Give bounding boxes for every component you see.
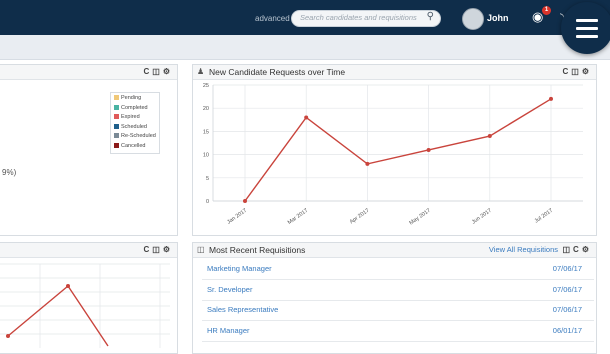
- legend-swatch: [114, 133, 119, 139]
- series-line: [7, 284, 109, 347]
- requisition-title[interactable]: Marketing Manager: [207, 264, 272, 273]
- x-tick-label: Jan 2017: [226, 208, 248, 226]
- requisition-date: 07/06/17: [552, 305, 582, 314]
- requisition-row[interactable]: Sales Representative 07/06/17: [202, 300, 594, 321]
- legend-swatch: [114, 123, 119, 129]
- secondary-panel-tools[interactable]: C◫⚙: [143, 245, 173, 254]
- candidate-requests-header: ♟ New Candidate Requests over Time C◫⚙: [193, 65, 596, 80]
- legend-label: Scheduled: [121, 123, 147, 130]
- requisition-title[interactable]: Sales Representative: [207, 305, 278, 314]
- candidate-panel-tools[interactable]: C◫⚙: [562, 67, 592, 76]
- requisition-date: 07/06/17: [552, 284, 582, 294]
- data-point: [66, 284, 70, 288]
- trash-icon: ◫: [197, 245, 205, 254]
- requisition-date: 07/06/17: [552, 264, 582, 273]
- legend-swatch: [114, 95, 119, 101]
- search-placeholder: Search candidates and requisitions: [300, 13, 417, 22]
- legend-item: Cancelled: [114, 143, 145, 149]
- sub-header-bar: [0, 35, 610, 60]
- data-point: [365, 161, 370, 166]
- legend-label: Pending: [121, 95, 142, 101]
- requisitions-panel-tools[interactable]: ◫C⚙: [562, 245, 592, 254]
- legend-item: Completed: [114, 105, 148, 111]
- y-tick-label: 5: [206, 176, 209, 182]
- panel-title: New Candidate Requests over Time: [209, 67, 346, 77]
- data-point: [549, 96, 553, 101]
- x-tick-label: Jun 2017: [471, 208, 493, 226]
- requisition-title[interactable]: HR Manager: [207, 326, 250, 335]
- legend-label: Cancelled: [121, 142, 146, 149]
- hamburger-icon-line: [576, 27, 598, 30]
- status-percent-label: 9%): [2, 168, 17, 177]
- users-icon: ♟: [197, 67, 205, 76]
- secondary-chart-header: C◫⚙: [0, 243, 177, 258]
- hamburger-icon: [576, 19, 598, 22]
- panel-title: Most Recent Requisitions: [209, 245, 306, 255]
- legend-item: Expired: [114, 114, 140, 120]
- x-tick-label: May 2017: [409, 208, 432, 227]
- legend-item: Scheduled: [114, 124, 147, 130]
- hamburger-icon-line: [576, 35, 598, 38]
- legend-swatch: [114, 142, 119, 148]
- series-line: [244, 98, 552, 202]
- y-tick-label: 25: [203, 83, 209, 89]
- x-tick-label: Jul 2017: [534, 208, 554, 225]
- user-name[interactable]: John: [487, 13, 509, 23]
- requisition-date: 06/01/17: [552, 325, 582, 335]
- y-tick-label: 10: [203, 153, 209, 159]
- y-tick-label: 15: [203, 129, 209, 135]
- notification-badge: 1: [542, 6, 551, 15]
- legend-label: Re-Scheduled: [121, 133, 156, 139]
- x-tick-label: Apr 2017: [349, 208, 371, 226]
- view-all-requisitions-link[interactable]: View All Requisitions: [489, 245, 558, 254]
- y-tick-label: 20: [203, 106, 209, 112]
- requisition-title[interactable]: Sr. Developer: [207, 285, 252, 294]
- legend-swatch: [114, 104, 119, 110]
- legend-label: Expired: [121, 114, 140, 120]
- search-input[interactable]: Search candidates and requisitions ⚲: [291, 10, 441, 27]
- advanced-search-link[interactable]: advanced: [255, 14, 290, 23]
- candidate-requests-chart: 0 5 10 15 20 25 Jan 2017 Mar 2017 Apr 2017 May 20…: [203, 83, 583, 227]
- data-point: [487, 134, 492, 139]
- menu-button[interactable]: [561, 2, 610, 54]
- requisition-row[interactable]: Sr. Developer 07/06/17: [202, 280, 594, 301]
- requisitions-header: ◫ Most Recent Requisitions View All Requ…: [193, 243, 596, 258]
- requisition-row[interactable]: HR Manager 06/01/17: [202, 321, 594, 342]
- status-legend: Pending Completed Expired Scheduled Re-Sched…: [110, 92, 160, 154]
- data-point: [426, 147, 431, 152]
- requisition-row[interactable]: Marketing Manager 07/06/17: [202, 259, 594, 280]
- legend-swatch: [114, 114, 119, 120]
- avatar[interactable]: [462, 8, 484, 30]
- status-panel-tools[interactable]: C◫⚙: [143, 67, 173, 76]
- x-tick-label: Mar 2017: [287, 208, 309, 226]
- legend-label: Completed: [121, 104, 148, 111]
- data-point: [243, 199, 247, 203]
- data-point: [6, 334, 10, 338]
- y-tick-label: 0: [206, 199, 209, 205]
- data-point: [304, 115, 309, 120]
- status-panel-header: C◫⚙: [0, 65, 177, 80]
- legend-item: Pending: [114, 95, 141, 101]
- search-icon[interactable]: ⚲: [427, 11, 434, 22]
- secondary-line-chart: [0, 263, 170, 348]
- legend-item: Re-Scheduled: [114, 133, 156, 139]
